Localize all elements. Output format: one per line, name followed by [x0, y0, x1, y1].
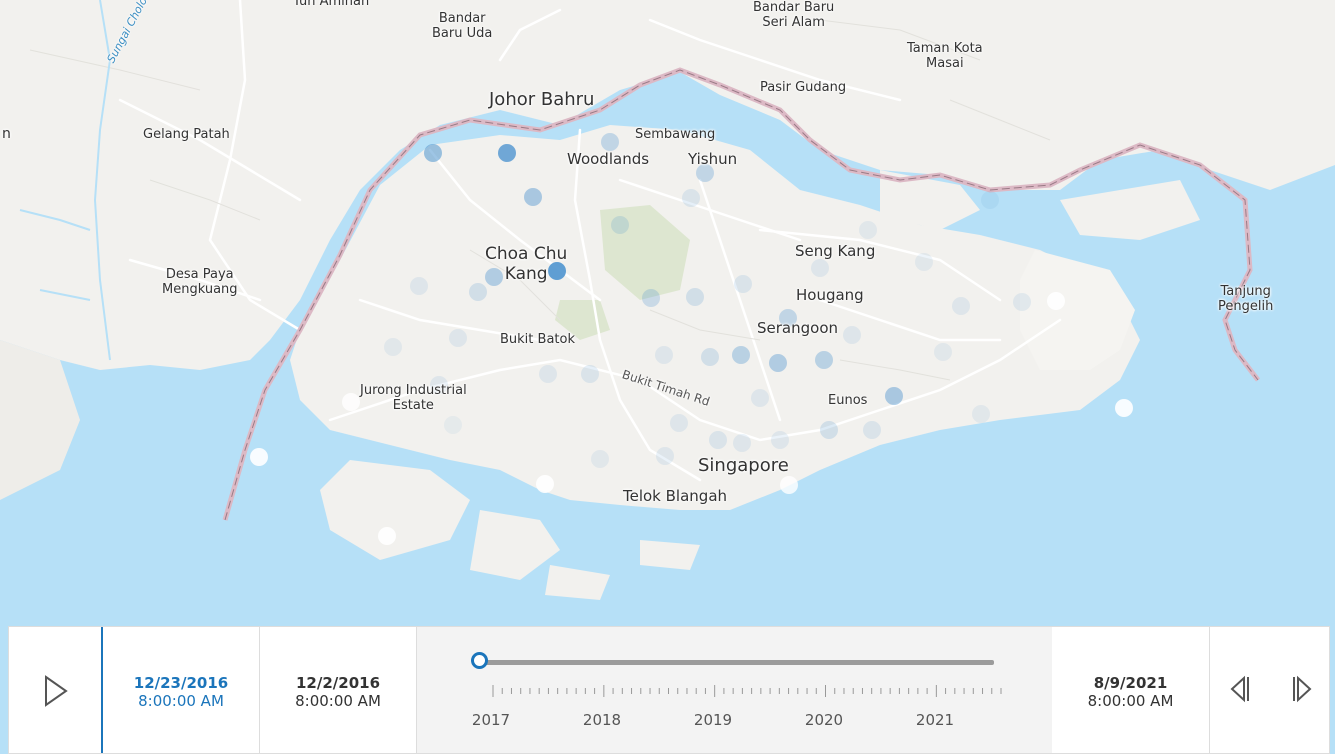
- data-point: [469, 283, 487, 301]
- data-point: [642, 289, 660, 307]
- data-point: [498, 144, 516, 162]
- data-point: [539, 365, 557, 383]
- data-point: [934, 343, 952, 361]
- slider-ticks: [492, 685, 1002, 697]
- step-back-icon[interactable]: [1228, 675, 1252, 703]
- data-point: [524, 188, 542, 206]
- place-label-sembawang: Sembawang: [635, 127, 716, 142]
- year-label-2017: 2017: [471, 711, 511, 729]
- place-label-telok-blangah: Telok Blangah: [623, 487, 728, 505]
- place-label-singapore: Singapore: [698, 455, 789, 476]
- data-point: [811, 259, 829, 277]
- data-point: [820, 421, 838, 439]
- data-point: [863, 421, 881, 439]
- place-label-edge: n: [2, 126, 11, 142]
- data-point: [734, 275, 752, 293]
- slider-thumb[interactable]: [471, 652, 488, 669]
- slider-area[interactable]: 2017 2018 2019 2020 2021: [417, 627, 1052, 753]
- data-point: [656, 447, 674, 465]
- data-point: [1115, 399, 1133, 417]
- data-point: [378, 527, 396, 545]
- play-button[interactable]: [9, 627, 101, 753]
- place-label-woodlands: Woodlands: [567, 150, 650, 168]
- end-time: 8:00:00 AM: [1087, 692, 1174, 710]
- year-label-2021: 2021: [915, 711, 955, 729]
- data-point: [769, 354, 787, 372]
- data-point: [250, 448, 268, 466]
- start-time-display: 12/2/2016 8:00:00 AM: [259, 627, 417, 753]
- play-icon: [45, 675, 68, 707]
- data-point: [885, 387, 903, 405]
- data-point: [732, 346, 750, 364]
- data-point: [384, 338, 402, 356]
- data-point: [709, 431, 727, 449]
- place-label-taman-kota-masai: Taman Kota Masai: [907, 41, 983, 71]
- year-label-2018: 2018: [582, 711, 622, 729]
- slider-track[interactable]: [482, 660, 994, 665]
- data-point: [771, 431, 789, 449]
- data-point: [1047, 292, 1065, 310]
- place-label-gelang-patah: Gelang Patah: [143, 127, 230, 142]
- data-point: [536, 475, 554, 493]
- data-point: [449, 329, 467, 347]
- place-label-serangoon: Serangoon: [757, 319, 838, 337]
- place-label-jurong-industrial-estate: Jurong Industrial Estate: [360, 383, 467, 413]
- data-point: [780, 476, 798, 494]
- place-label-bandar-baru-uda: Bandar Baru Uda: [432, 11, 493, 41]
- data-point: [1013, 293, 1031, 311]
- place-label-tanjung-pengelih: Tanjung Pengelih: [1218, 284, 1274, 314]
- place-label-hougang: Hougang: [796, 286, 864, 304]
- current-time-display: 12/23/2016 8:00:00 AM: [101, 627, 259, 753]
- data-point: [591, 450, 609, 468]
- data-point: [859, 221, 877, 239]
- place-label-bukit-batok: Bukit Batok: [500, 332, 575, 347]
- map-view[interactable]: Tun Aminah Bandar Baru Uda Bandar Baru S…: [0, 0, 1335, 626]
- current-date: 12/23/2016: [133, 674, 229, 692]
- data-point: [424, 144, 442, 162]
- start-date: 12/2/2016: [295, 674, 381, 692]
- data-point: [581, 365, 599, 383]
- data-point: [611, 216, 629, 234]
- year-label-2020: 2020: [804, 711, 844, 729]
- data-point: [342, 393, 360, 411]
- step-controls: [1210, 627, 1330, 753]
- year-label-2019: 2019: [693, 711, 733, 729]
- data-point: [843, 326, 861, 344]
- data-point: [733, 434, 751, 452]
- data-point: [972, 405, 990, 423]
- current-time: 8:00:00 AM: [138, 692, 224, 710]
- data-point: [686, 288, 704, 306]
- step-forward-icon[interactable]: [1290, 675, 1314, 703]
- data-point: [915, 253, 933, 271]
- place-label-eunos: Eunos: [828, 393, 868, 408]
- data-point: [682, 189, 700, 207]
- data-point: [601, 133, 619, 151]
- data-point: [751, 389, 769, 407]
- start-time: 8:00:00 AM: [295, 692, 381, 710]
- end-time-display: 8/9/2021 8:00:00 AM: [1052, 627, 1210, 753]
- data-point: [952, 297, 970, 315]
- place-label-desa-paya-mengkuang: Desa Paya Mengkuang: [162, 267, 238, 297]
- place-label-bandar-baru-seri-alam: Bandar Baru Seri Alam: [753, 0, 835, 30]
- place-label-pasir-gudang: Pasir Gudang: [760, 80, 847, 95]
- place-label-seng-kang: Seng Kang: [795, 242, 876, 260]
- data-point: [701, 348, 719, 366]
- data-point: [981, 191, 999, 209]
- data-point: [410, 277, 428, 295]
- data-point: [655, 346, 673, 364]
- data-point: [444, 416, 462, 434]
- place-label-yishun: Yishun: [688, 150, 738, 168]
- basemap: [0, 0, 1335, 626]
- end-date: 8/9/2021: [1093, 674, 1168, 692]
- place-label-tun-aminah: Tun Aminah: [293, 0, 370, 9]
- place-label-choa-chu-kang: Choa Chu Kang: [485, 244, 568, 284]
- place-label-johor-bahru: Johor Bahru: [489, 89, 595, 110]
- time-slider: 12/23/2016 8:00:00 AM 12/2/2016 8:00:00 …: [8, 626, 1330, 754]
- data-point: [815, 351, 833, 369]
- data-point: [670, 414, 688, 432]
